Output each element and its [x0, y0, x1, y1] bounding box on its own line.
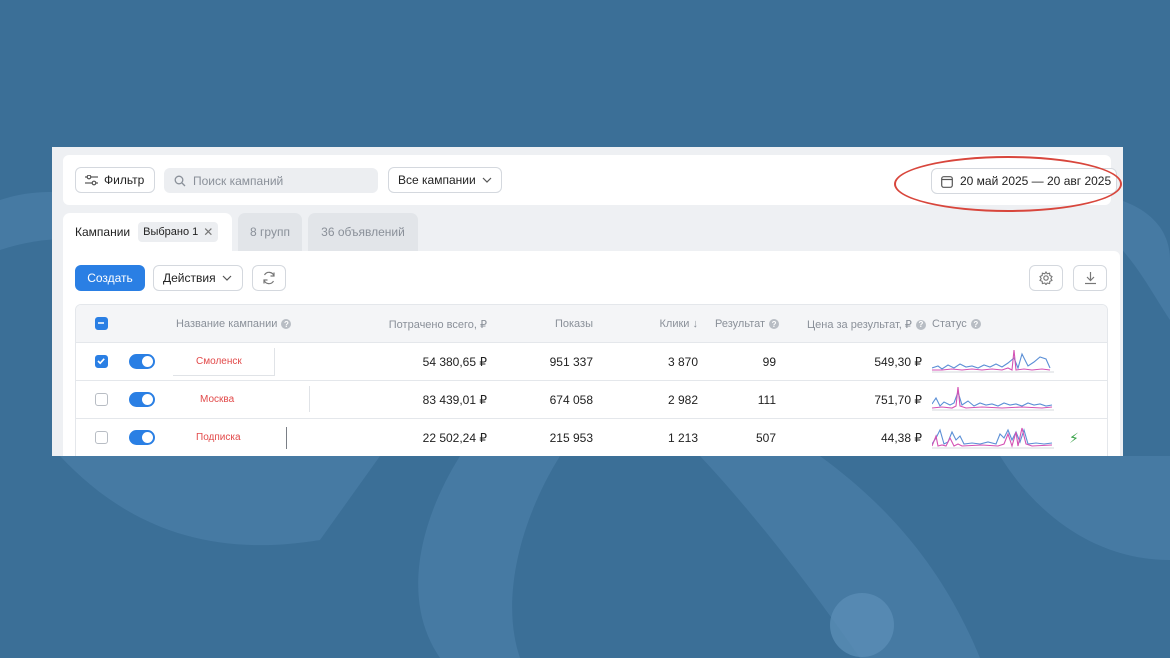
campaign-name[interactable]: Подписка: [196, 432, 241, 443]
campaigns-table: Название кампании ? Потрачено всего, ₽ П…: [75, 304, 1108, 456]
chevron-down-icon: [222, 275, 232, 281]
settings-button[interactable]: [1029, 265, 1063, 291]
status-sparkline: [932, 349, 1054, 373]
refresh-button[interactable]: [252, 265, 286, 291]
text-cursor: [286, 427, 287, 449]
header-status-label: Статус: [932, 318, 967, 330]
actions-dropdown[interactable]: Действия: [153, 265, 243, 291]
header-cost-label: Цена за результат, ₽: [807, 319, 912, 331]
result-value: 507: [755, 431, 776, 445]
gear-icon: [1039, 271, 1053, 285]
clicks-value: 3 870: [667, 355, 698, 369]
campaign-toggle[interactable]: [129, 392, 155, 407]
help-icon[interactable]: ?: [915, 319, 926, 330]
lightning-icon[interactable]: ⚡: [1069, 430, 1079, 447]
refresh-icon: [263, 271, 275, 285]
cost-value: 44,38 ₽: [881, 431, 922, 445]
campaign-name[interactable]: Москва: [200, 394, 234, 405]
tab-ads[interactable]: 36 объявлений: [308, 213, 418, 251]
header-impressions[interactable]: Показы: [526, 318, 593, 330]
search-icon: [174, 175, 186, 186]
selected-badge: Выбрано 1 ✕: [138, 222, 219, 242]
spent-value: 54 380,65 ₽: [422, 355, 487, 369]
impressions-value: 951 337: [549, 355, 593, 369]
row-checkbox[interactable]: [95, 431, 108, 444]
help-icon[interactable]: ?: [281, 319, 292, 329]
campaigns-content: Создать Действия Название кампании ? Пот…: [63, 251, 1120, 456]
campaign-toggle[interactable]: [129, 430, 155, 445]
cost-value: 549,30 ₽: [874, 355, 922, 369]
highlight-oval: [894, 156, 1122, 212]
download-button[interactable]: [1073, 265, 1107, 291]
campaign-name[interactable]: Смоленск: [196, 356, 242, 367]
tab-groups-label: 8 групп: [250, 225, 290, 239]
help-icon[interactable]: ?: [769, 319, 780, 329]
clicks-value: 2 982: [667, 393, 698, 407]
create-button[interactable]: Создать: [75, 265, 145, 291]
search-input[interactable]: Поиск кампаний: [164, 168, 378, 193]
impressions-value: 215 953: [549, 431, 593, 445]
header-clicks-label: Клики ↓: [659, 318, 698, 330]
header-cost[interactable]: Цена за результат, ₽ ?: [807, 318, 926, 331]
header-clicks[interactable]: Клики ↓: [631, 318, 698, 330]
checkmark-icon: [97, 358, 105, 365]
impressions-value: 674 058: [549, 393, 593, 407]
result-value: 99: [762, 355, 776, 369]
select-all-checkbox[interactable]: [95, 317, 108, 330]
header-impressions-label: Показы: [554, 318, 593, 330]
cost-value: 751,70 ₽: [874, 393, 922, 407]
row-checkbox[interactable]: [95, 355, 108, 368]
row-checkbox[interactable]: [95, 393, 108, 406]
filter-label: Фильтр: [104, 173, 145, 187]
create-label: Создать: [87, 271, 133, 285]
download-icon: [1084, 272, 1096, 285]
result-value: 111: [757, 393, 776, 407]
spent-value: 22 502,24 ₽: [422, 431, 487, 445]
table-row[interactable]: Москва 83 439,01 ₽ 674 058 2 982 111 751…: [76, 381, 1107, 419]
search-placeholder: Поиск кампаний: [193, 173, 284, 188]
campaigns-select-label: Все кампании: [398, 173, 476, 187]
chevron-down-icon: [482, 177, 492, 183]
header-campaign-name[interactable]: Название кампании ?: [176, 318, 292, 330]
spent-value: 83 439,01 ₽: [422, 393, 487, 407]
minus-icon: [98, 322, 104, 324]
ads-dashboard-panel: Фильтр Поиск кампаний Все кампании 20 ма…: [52, 147, 1123, 456]
table-row[interactable]: Смоленск 54 380,65 ₽ 951 337 3 870 99 54…: [76, 343, 1107, 381]
tab-campaigns-label: Кампании: [75, 225, 131, 239]
header-result[interactable]: Результат ?: [715, 318, 780, 330]
table-row[interactable]: Подписка 22 502,24 ₽ 215 953 1 213 507 4…: [76, 419, 1107, 456]
actions-label: Действия: [163, 271, 216, 285]
filter-sliders-icon: [85, 174, 98, 185]
tab-ads-label: 36 объявлений: [321, 225, 405, 239]
campaigns-select[interactable]: Все кампании: [388, 167, 502, 193]
header-result-label: Результат: [715, 318, 766, 330]
help-icon[interactable]: ?: [970, 319, 981, 329]
tab-campaigns[interactable]: Кампании Выбрано 1 ✕: [63, 213, 232, 251]
filter-button[interactable]: Фильтр: [75, 167, 155, 193]
header-campaign-name-label: Название кампании: [176, 318, 278, 330]
tab-groups[interactable]: 8 групп: [238, 213, 302, 251]
campaign-toggle[interactable]: [129, 354, 155, 369]
header-spent[interactable]: Потрачено всего, ₽: [366, 318, 487, 331]
selected-badge-label: Выбрано 1: [143, 226, 199, 238]
name-divider: [309, 386, 310, 412]
table-header: Название кампании ? Потрачено всего, ₽ П…: [76, 305, 1107, 343]
clicks-value: 1 213: [667, 431, 698, 445]
close-icon[interactable]: ✕: [203, 225, 213, 239]
header-spent-label: Потрачено всего, ₽: [388, 319, 487, 331]
status-sparkline: [932, 427, 1054, 449]
header-status[interactable]: Статус ?: [932, 318, 981, 330]
status-sparkline: [932, 386, 1054, 411]
